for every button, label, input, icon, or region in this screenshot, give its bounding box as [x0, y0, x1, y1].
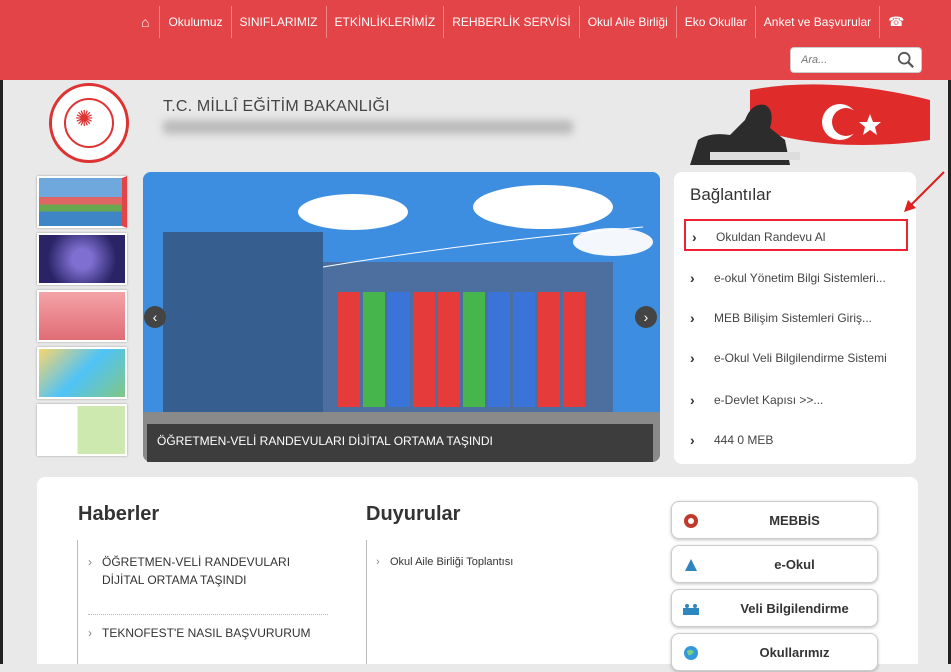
- quick-link-label: MEBBİS: [769, 513, 820, 528]
- parents-icon: [683, 604, 699, 615]
- nav-rehberlik-servisi[interactable]: REHBERLİK SERVİSİ: [444, 6, 580, 38]
- bullet-icon: ›: [376, 556, 380, 568]
- announcement-item[interactable]: › Okul Aile Birliği Toplantısı: [376, 553, 630, 571]
- search-box: [790, 47, 922, 73]
- quick-link-mebbis[interactable]: MEBBİS: [671, 501, 878, 539]
- top-navigation-bar: ⌂ Okulumuz SINIFLARIMIZ ETKİNLİKLERİMİZ …: [0, 0, 951, 80]
- globe-icon: [684, 646, 698, 660]
- quick-link-label: Veli Bilgilendirme: [740, 601, 849, 616]
- mebbis-icon: [684, 514, 698, 528]
- news-separator: [88, 614, 328, 615]
- link-label: e-Okul Veli Bilgilendirme Sistemi: [714, 351, 887, 365]
- thumbnail-3[interactable]: [37, 290, 127, 342]
- search-input[interactable]: [791, 53, 891, 67]
- chevron-right-icon: ›: [690, 432, 695, 448]
- announcement-item-label: Okul Aile Birliği Toplantısı: [390, 556, 514, 568]
- nav-okulumuz[interactable]: Okulumuz: [160, 6, 232, 38]
- home-icon[interactable]: ⌂: [131, 6, 161, 38]
- nav-anket-basvurular[interactable]: Anket ve Başvurular: [756, 6, 881, 38]
- eokul-icon: [685, 559, 697, 571]
- school-building-illustration: [143, 172, 660, 462]
- link-meb-bilisim[interactable]: › MEB Bilişim Sistemleri Giriş...: [684, 302, 908, 334]
- bullet-icon: ›: [88, 626, 92, 640]
- slider-thumbnails: [37, 176, 141, 461]
- news-item[interactable]: › TEKNOFEST'E NASIL BAŞVURURUM: [88, 624, 332, 642]
- link-eokul-ybs[interactable]: › e-okul Yönetim Bilgi Sistemleri...: [684, 262, 908, 294]
- star-icon: ✺: [75, 106, 94, 131]
- chevron-right-icon: ›: [690, 310, 695, 326]
- main-slide-image[interactable]: [143, 172, 660, 462]
- link-edevlet[interactable]: › e-Devlet Kapısı >>...: [684, 384, 908, 416]
- nav-eko-okullar[interactable]: Eko Okullar: [677, 6, 756, 38]
- news-item[interactable]: › ÖĞRETMEN-VELİ RANDEVULARI DİJİTAL ORTA…: [88, 553, 322, 589]
- chevron-right-icon: ›: [692, 229, 697, 245]
- thumbnail-1[interactable]: [37, 176, 127, 228]
- news-heading[interactable]: Haberler: [78, 503, 159, 526]
- chevron-right-icon: ›: [690, 270, 695, 286]
- phone-icon[interactable]: ☎: [880, 6, 912, 38]
- links-panel: Bağlantılar › Okuldan Randevu Al › e-oku…: [674, 172, 916, 464]
- link-okuldan-randevu-al[interactable]: › Okuldan Randevu Al: [684, 219, 908, 251]
- announcements-heading[interactable]: Duyurular: [366, 503, 460, 526]
- link-label: Okuldan Randevu Al: [716, 230, 826, 244]
- nav-okul-aile-birligi[interactable]: Okul Aile Birliği: [580, 6, 677, 38]
- announcements-divider-line: [366, 540, 367, 664]
- quick-link-okullarimiz[interactable]: Okullarımız: [671, 633, 878, 671]
- slider-prev-button[interactable]: ‹: [144, 306, 166, 328]
- link-label: e-Devlet Kapısı >>...: [714, 393, 824, 407]
- slider-next-button[interactable]: ›: [635, 306, 657, 328]
- nav-etkinliklerimiz[interactable]: ETKİNLİKLERİMİZ: [327, 6, 445, 38]
- quick-link-veli-bilgilendirme[interactable]: Veli Bilgilendirme: [671, 589, 878, 627]
- news-divider-line: [77, 540, 78, 664]
- news-item-label: TEKNOFEST'E NASIL BAŞVURURUM: [102, 626, 311, 640]
- search-icon[interactable]: [897, 51, 915, 69]
- slide-caption[interactable]: ÖĞRETMEN-VELİ RANDEVULARI DİJİTAL ORTAMA…: [147, 424, 653, 462]
- thumbnail-2[interactable]: [37, 233, 127, 285]
- main-menu: ⌂ Okulumuz SINIFLARIMIZ ETKİNLİKLERİMİZ …: [131, 6, 912, 38]
- blurred-school-name: [163, 120, 573, 134]
- link-label: MEB Bilişim Sistemleri Giriş...: [714, 311, 873, 325]
- quick-link-label: Okullarımız: [759, 645, 830, 660]
- ataturk-flag-banner: [690, 84, 930, 165]
- thumbnail-5[interactable]: [37, 404, 127, 456]
- link-444-meb[interactable]: › 444 0 MEB: [684, 424, 908, 456]
- quick-link-eokul[interactable]: e-Okul: [671, 545, 878, 583]
- link-label: 444 0 MEB: [714, 433, 774, 447]
- annotation-arrow-icon: [904, 171, 945, 212]
- quick-link-label: e-Okul: [774, 557, 815, 572]
- nav-siniflarimiz[interactable]: SINIFLARIMIZ: [232, 6, 327, 38]
- ministry-title: T.C. MİLLÎ EĞİTİM BAKANLIĞI: [163, 98, 390, 115]
- links-title: Bağlantılar: [690, 185, 772, 204]
- ministry-logo[interactable]: ✺: [49, 83, 129, 163]
- thumbnail-4[interactable]: [37, 347, 127, 399]
- link-label: e-okul Yönetim Bilgi Sistemleri...: [714, 271, 886, 285]
- link-eokul-veli[interactable]: › e-Okul Veli Bilgilendirme Sistemi: [684, 342, 908, 374]
- chevron-right-icon: ›: [690, 392, 695, 408]
- chevron-right-icon: ›: [690, 350, 695, 366]
- news-item-label: ÖĞRETMEN-VELİ RANDEVULARI DİJİTAL ORTAMA…: [102, 555, 291, 587]
- bullet-icon: ›: [88, 555, 92, 569]
